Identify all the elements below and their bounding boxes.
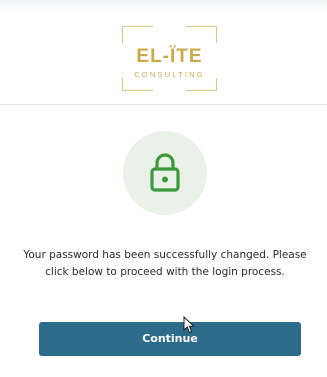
- lock-badge: [123, 131, 207, 215]
- lock-icon: [150, 153, 180, 192]
- elite-consulting-logo: EL-ÏTE CONSULTING: [122, 26, 217, 91]
- success-message: Your password has been successfully chan…: [23, 249, 307, 278]
- mouse-cursor-icon: [183, 316, 195, 334]
- header: EL-ÏTE CONSULTING: [0, 12, 327, 102]
- password-changed-page: EL-ÏTE CONSULTING Your password has been…: [0, 0, 327, 377]
- continue-button[interactable]: Continue: [39, 322, 301, 356]
- top-bar: [0, 0, 327, 12]
- logo-wordmark: EL-ÏTE: [136, 46, 203, 67]
- header-divider: [0, 104, 327, 105]
- logo-tagline: CONSULTING: [134, 70, 205, 79]
